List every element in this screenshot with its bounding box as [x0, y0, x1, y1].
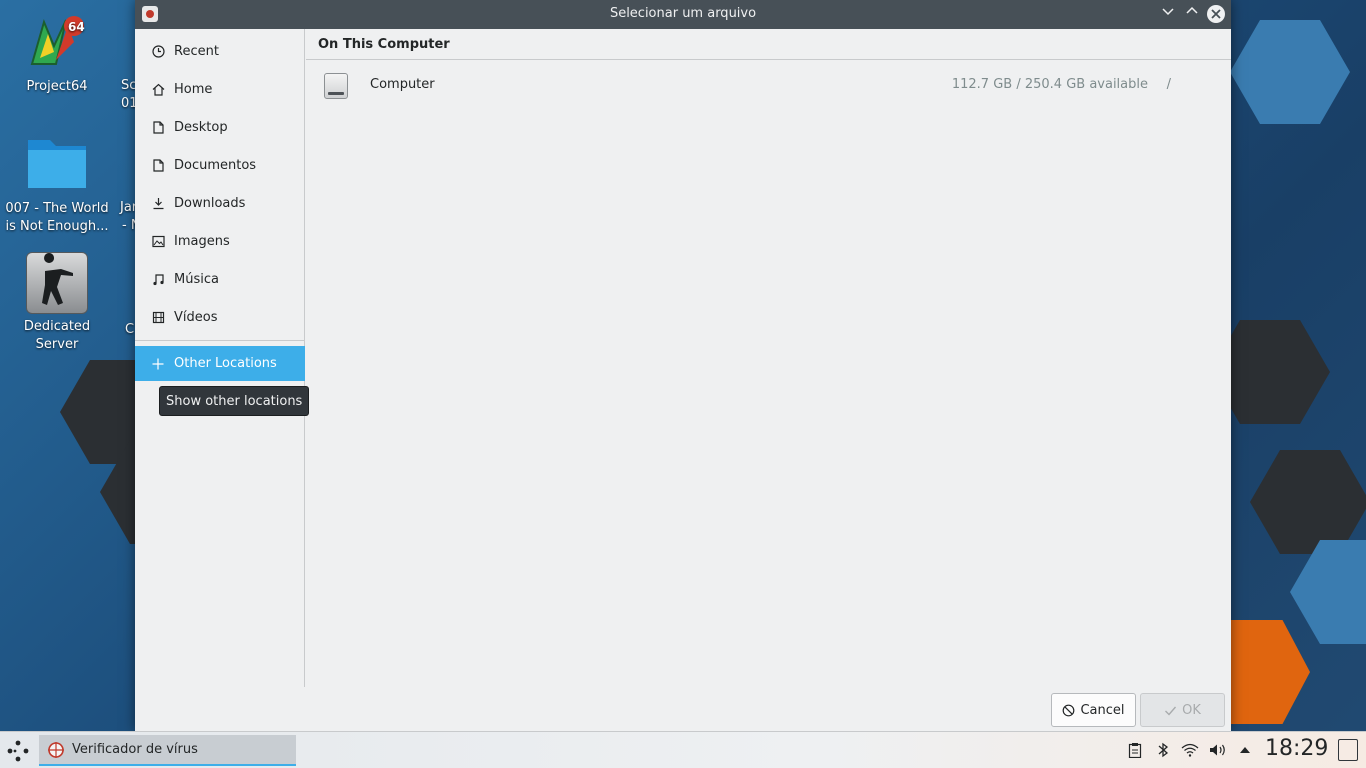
task-label: Verificador de vírus	[72, 742, 198, 757]
volume-icon[interactable]	[1209, 741, 1227, 759]
close-icon	[1211, 9, 1221, 19]
close-button[interactable]	[1207, 5, 1225, 23]
downloads-icon	[151, 196, 165, 210]
application-launcher-icon[interactable]	[6, 740, 30, 762]
desktop-icon-label: 007 - The World is Not Enough...	[5, 201, 109, 234]
sidebar-item-home[interactable]: Home	[135, 70, 305, 108]
wallpaper-hex	[1230, 20, 1350, 124]
desktop-icon-label: Dedicated Server	[23, 319, 91, 352]
desktop-icon-label: Project64	[26, 79, 88, 94]
bluetooth-icon[interactable]	[1154, 741, 1172, 759]
location-name: Computer	[370, 77, 435, 92]
taskbar: Verificador de vírus 18:29	[0, 731, 1366, 768]
location-space: 112.7 GB / 250.4 GB available	[951, 77, 1148, 92]
maximize-button[interactable]	[1183, 5, 1201, 23]
home-icon	[151, 82, 165, 96]
desktop-icon-project64[interactable]: 64 Project64	[2, 12, 112, 96]
cancel-button-label: Cancel	[1080, 702, 1125, 718]
virus-scanner-icon	[47, 741, 65, 759]
taskbar-task-virus-checker[interactable]: Verificador de vírus	[39, 735, 296, 766]
ok-button[interactable]: OK	[1140, 693, 1225, 727]
location-mount-point: /	[1166, 77, 1171, 92]
sidebar-item-downloads[interactable]: Downloads	[135, 184, 305, 222]
locations-view: On This Computer Computer 112.7 GB / 250…	[306, 29, 1231, 687]
cancel-icon	[1062, 704, 1075, 717]
system-tray-expand-icon[interactable]	[1236, 741, 1254, 759]
show-desktop-button[interactable]	[1338, 739, 1358, 761]
desktop-icon-dedicated-server[interactable]: Dedicated Server	[2, 252, 112, 354]
wifi-icon[interactable]	[1181, 741, 1199, 759]
sidebar-item-documentos[interactable]: Documentos	[135, 146, 305, 184]
videos-icon	[151, 310, 165, 324]
chevron-up-icon	[1186, 6, 1198, 14]
location-row-computer[interactable]: Computer 112.7 GB / 250.4 GB available /	[306, 67, 1231, 107]
wallpaper-hex	[1290, 540, 1366, 644]
sidebar-item-label: Documentos	[174, 157, 257, 173]
sidebar-item-musica[interactable]: Música	[135, 260, 305, 298]
window-title: Selecionar um arquivo	[609, 6, 757, 21]
svg-text:64: 64	[68, 20, 85, 34]
file-chooser-dialog: Selecionar um arquivo Recent Home Deskto…	[135, 0, 1231, 731]
clock[interactable]: 18:29	[1265, 736, 1328, 761]
desktop-icon-folder[interactable]: 007 - The World is Not Enough...	[2, 134, 112, 236]
sidebar-item-videos[interactable]: Vídeos	[135, 298, 305, 336]
checkmark-icon	[1164, 704, 1177, 717]
drive-icon	[324, 73, 348, 99]
sidebar-item-imagens[interactable]: Imagens	[135, 222, 305, 260]
cancel-button[interactable]: Cancel	[1051, 693, 1136, 727]
pictures-icon	[151, 234, 165, 248]
sidebar-item-label: Home	[174, 81, 213, 97]
sidebar-item-label: Desktop	[174, 119, 228, 135]
wallpaper-hex	[1250, 450, 1366, 554]
titlebar[interactable]: Selecionar um arquivo	[135, 0, 1231, 29]
places-sidebar: Recent Home Desktop Documentos Downloads	[135, 29, 310, 687]
sidebar-item-label: Other Locations	[174, 356, 277, 371]
desktop-partial-label: C	[125, 322, 135, 337]
ok-button-label: OK	[1182, 702, 1201, 718]
clock-icon	[151, 44, 165, 58]
section-header: On This Computer	[306, 29, 1231, 60]
project64-icon: 64	[26, 12, 88, 74]
sidebar-item-label: Vídeos	[174, 309, 218, 325]
sidebar-item-other-locations[interactable]: Other Locations	[135, 346, 305, 381]
clipboard-icon[interactable]	[1126, 741, 1144, 759]
sidebar-item-desktop[interactable]: Desktop	[135, 108, 305, 146]
sidebar-separator	[135, 340, 305, 341]
sidebar-item-label: Recent	[174, 43, 219, 59]
minimize-button[interactable]	[1159, 5, 1177, 23]
sidebar-item-label: Downloads	[174, 195, 246, 211]
documents-icon	[151, 158, 165, 172]
sidebar-item-label: Música	[174, 271, 219, 287]
tooltip: Show other locations	[159, 386, 310, 416]
counter-strike-icon	[26, 252, 88, 314]
desktop-icon	[151, 120, 165, 134]
folder-icon	[26, 134, 88, 196]
sidebar-item-label: Imagens	[174, 233, 230, 249]
plus-icon	[151, 357, 165, 371]
chevron-down-icon	[1162, 8, 1174, 16]
music-icon	[151, 272, 165, 286]
sidebar-item-recent[interactable]: Recent	[135, 32, 305, 70]
